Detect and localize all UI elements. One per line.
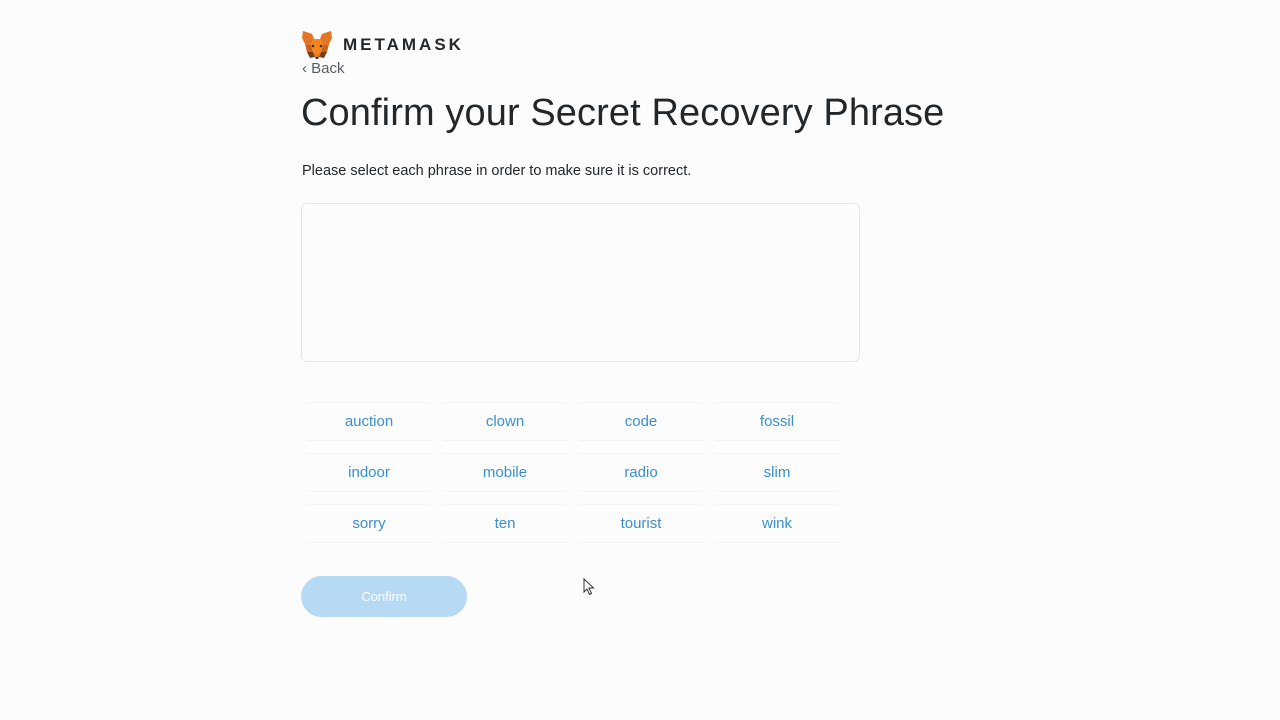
selected-phrase-area[interactable] bbox=[301, 203, 860, 362]
word-grid: auction clown code fossil indoor mobile … bbox=[305, 402, 841, 543]
word-button-clown[interactable]: clown bbox=[441, 402, 569, 441]
page-title: Confirm your Secret Recovery Phrase bbox=[301, 92, 945, 134]
word-button-code[interactable]: code bbox=[577, 402, 705, 441]
brand-name: METAMASK bbox=[343, 35, 464, 54]
confirm-button[interactable]: Confirm bbox=[301, 576, 467, 617]
page: METAMASK ‹ Back Confirm your Secret Reco… bbox=[0, 0, 1280, 720]
word-button-radio[interactable]: radio bbox=[577, 453, 705, 492]
brand-header: METAMASK bbox=[301, 30, 464, 60]
word-button-fossil[interactable]: fossil bbox=[713, 402, 841, 441]
word-button-ten[interactable]: ten bbox=[441, 504, 569, 543]
page-instructions: Please select each phrase in order to ma… bbox=[302, 163, 692, 179]
metamask-fox-icon bbox=[301, 30, 333, 60]
back-link[interactable]: ‹ Back bbox=[302, 60, 345, 77]
word-button-mobile[interactable]: mobile bbox=[441, 453, 569, 492]
word-button-auction[interactable]: auction bbox=[305, 402, 433, 441]
mouse-cursor-icon bbox=[583, 577, 595, 601]
word-button-tourist[interactable]: tourist bbox=[577, 504, 705, 543]
word-button-wink[interactable]: wink bbox=[713, 504, 841, 543]
word-button-indoor[interactable]: indoor bbox=[305, 453, 433, 492]
word-button-sorry[interactable]: sorry bbox=[305, 504, 433, 543]
word-button-slim[interactable]: slim bbox=[713, 453, 841, 492]
